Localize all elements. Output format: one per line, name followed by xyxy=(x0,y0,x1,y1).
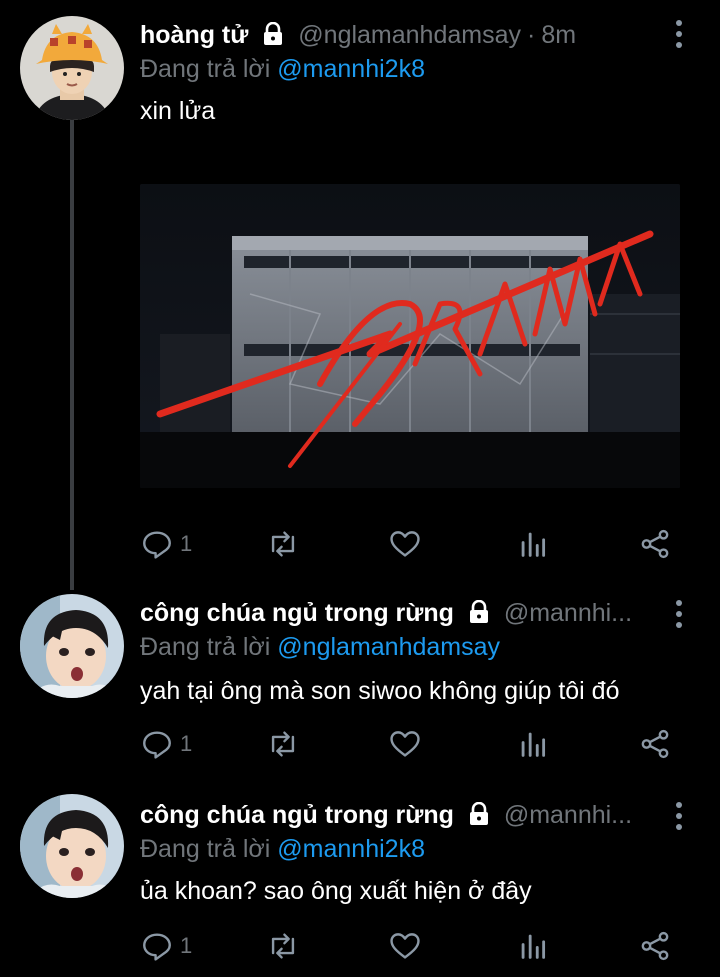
reply-button[interactable]: 1 xyxy=(140,926,192,966)
tweet-header: hoàng tử @nglamanhdamsay · 8m xyxy=(140,18,660,52)
tweet-actions: 1 xyxy=(140,926,680,966)
share-icon xyxy=(641,729,669,759)
more-vertical-icon[interactable] xyxy=(674,600,684,630)
retweet-icon xyxy=(271,933,295,959)
reply-count: 1 xyxy=(180,731,193,756)
avatar[interactable] xyxy=(20,16,124,120)
display-name[interactable]: hoàng tử xyxy=(140,21,248,49)
handle[interactable]: @mannhi... xyxy=(504,801,632,829)
analytics-button[interactable] xyxy=(516,926,550,966)
analytics-button[interactable] xyxy=(516,724,550,764)
retweet-icon xyxy=(271,731,295,757)
share-button[interactable] xyxy=(638,724,672,764)
reply-icon xyxy=(143,731,171,759)
tweet-media-image[interactable] xyxy=(140,184,680,488)
like-button[interactable] xyxy=(388,524,422,564)
share-button[interactable] xyxy=(638,926,672,966)
heart-icon xyxy=(390,731,420,757)
tweet-header: công chúa ngủ trong rừng @mannhi... xyxy=(140,596,660,630)
more-vertical-icon[interactable] xyxy=(674,20,684,50)
reply-icon xyxy=(143,933,171,961)
heart-icon xyxy=(390,531,420,557)
retweet-button[interactable] xyxy=(266,524,300,564)
tweet-actions: 1 xyxy=(140,724,680,764)
display-name[interactable]: công chúa ngủ trong rừng xyxy=(140,599,454,627)
retweet-button[interactable] xyxy=(266,926,300,966)
reply-icon xyxy=(143,531,171,559)
tweet-text: yah tại ông mà son siwoo không giúp tôi … xyxy=(140,677,620,705)
retweet-icon xyxy=(271,531,295,557)
lock-icon xyxy=(467,801,491,832)
replying-to-prefix: Đang trả lời xyxy=(140,55,271,83)
avatar[interactable] xyxy=(20,594,124,698)
tweet-text: xin lửa xyxy=(140,97,216,125)
replying-to: Đang trả lời @mannhi2k8 xyxy=(140,832,425,866)
tweet-header: công chúa ngủ trong rừng @mannhi... xyxy=(140,798,660,832)
more-vertical-icon[interactable] xyxy=(674,802,684,832)
reply-button[interactable]: 1 xyxy=(140,524,192,564)
replying-to: Đang trả lời @mannhi2k8 xyxy=(140,52,425,86)
reply-button[interactable]: 1 xyxy=(140,724,192,764)
share-icon xyxy=(641,931,669,961)
handle[interactable]: @nglamanhdamsay xyxy=(298,21,521,49)
share-button[interactable] xyxy=(638,524,672,564)
lock-icon xyxy=(261,21,285,52)
tweet-actions: 1 xyxy=(140,524,680,564)
display-name[interactable]: công chúa ngủ trong rừng xyxy=(140,801,454,829)
lock-icon xyxy=(467,599,491,630)
analytics-icon xyxy=(521,532,546,557)
reply-count: 1 xyxy=(180,933,193,958)
reply-count: 1 xyxy=(180,531,193,556)
analytics-icon xyxy=(521,934,546,959)
mention-link[interactable]: @nglamanhdamsay xyxy=(277,633,500,661)
share-icon xyxy=(641,529,669,559)
separator-dot: · xyxy=(527,21,536,49)
retweet-button[interactable] xyxy=(266,724,300,764)
tweet[interactable]: công chúa ngủ trong rừng @mannhi... Đang… xyxy=(0,790,720,977)
replying-to-prefix: Đang trả lời xyxy=(140,633,271,661)
analytics-icon xyxy=(521,732,546,757)
heart-icon xyxy=(390,933,420,959)
mention-link[interactable]: @mannhi2k8 xyxy=(277,835,425,863)
timestamp[interactable]: 8m xyxy=(541,21,576,49)
tweet[interactable]: công chúa ngủ trong rừng @mannhi... Đang… xyxy=(0,590,720,790)
analytics-button[interactable] xyxy=(516,524,550,564)
mention-link[interactable]: @mannhi2k8 xyxy=(277,55,425,83)
like-button[interactable] xyxy=(388,926,422,966)
avatar[interactable] xyxy=(20,794,124,898)
replying-to-prefix: Đang trả lời xyxy=(140,835,271,863)
like-button[interactable] xyxy=(388,724,422,764)
handle[interactable]: @mannhi... xyxy=(504,599,632,627)
replying-to: Đang trả lời @nglamanhdamsay xyxy=(140,630,500,664)
tweet-text: ủa khoan? sao ông xuất hiện ở đây xyxy=(140,877,532,905)
tweet[interactable]: hoàng tử @nglamanhdamsay · 8m Đang trả lời… xyxy=(0,0,720,590)
